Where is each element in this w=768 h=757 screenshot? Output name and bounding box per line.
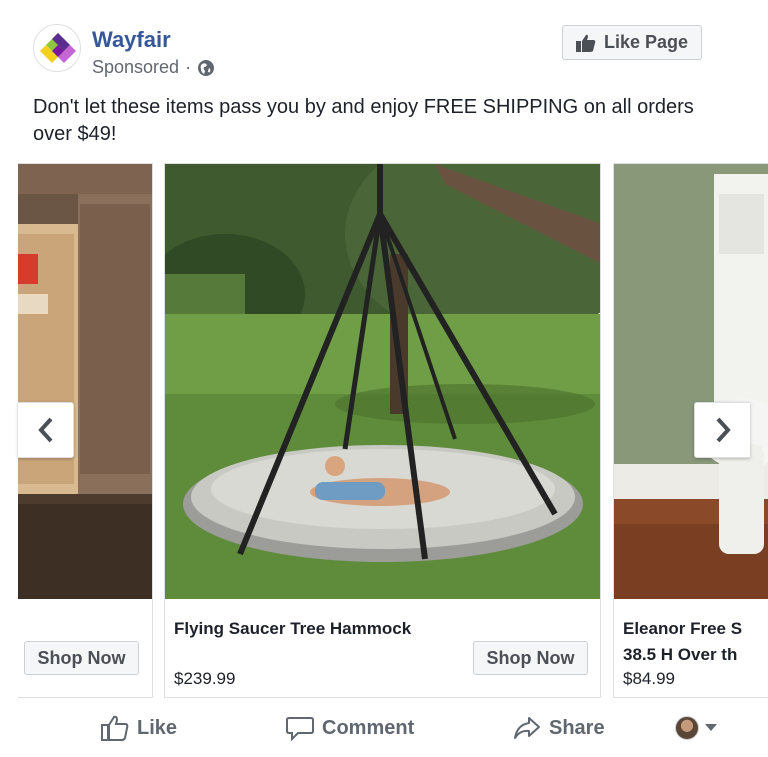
sponsored-line: Sponsored · <box>92 57 215 78</box>
kitchen-cabinet-image[interactable] <box>18 164 152 599</box>
shop-now-button[interactable]: Shop Now <box>24 641 139 675</box>
like-page-button[interactable]: Like Page <box>562 25 702 60</box>
shop-now-label: Shop Now <box>37 647 126 668</box>
wayfair-logo-icon <box>40 33 76 63</box>
saucer-hammock-image[interactable] <box>165 164 600 599</box>
share-label: Share <box>549 716 605 739</box>
like-page-label: Like Page <box>603 32 689 52</box>
wayfair-logo[interactable] <box>33 24 81 72</box>
separator-dot: · <box>185 57 192 77</box>
card-title[interactable]: Flying Saucer Tree Hammock <box>174 616 411 642</box>
like-button[interactable]: Like <box>101 715 177 741</box>
shop-now-label: Shop Now <box>486 647 575 668</box>
thumbs-up-icon <box>575 34 596 52</box>
comment-icon <box>286 717 314 741</box>
avatar <box>675 716 699 740</box>
sponsored-label[interactable]: Sponsored <box>92 57 179 78</box>
shop-now-button[interactable]: Shop Now <box>473 641 588 675</box>
card-price: $239.99 <box>174 669 236 688</box>
thumbs-up-icon <box>101 715 129 741</box>
chevron-right-icon <box>716 417 731 443</box>
action-bar: Like Comment Share <box>33 706 733 750</box>
comment-button[interactable]: Comment <box>286 715 414 741</box>
globe-icon[interactable] <box>197 59 215 77</box>
caret-down-icon <box>705 724 717 731</box>
like-label: Like <box>137 716 178 739</box>
carousel-prev-button[interactable] <box>18 402 74 458</box>
comment-label: Comment <box>322 716 415 739</box>
reaction-profile-selector[interactable] <box>675 716 717 740</box>
post-text: Don't let these items pass you by and en… <box>33 96 694 145</box>
card-title-line2: 38.5 H Over th <box>623 645 738 664</box>
card-title[interactable]: Eleanor Free S 38.5 H Over th <box>623 616 742 668</box>
card-title-line1: Eleanor Free S <box>623 619 743 638</box>
chevron-left-icon <box>37 417 52 443</box>
bathroom-cabinet-image[interactable] <box>614 164 768 599</box>
page-name-link[interactable]: Wayfair <box>92 27 171 53</box>
card-price: $84.99 <box>623 669 675 688</box>
share-button[interactable]: Share <box>513 715 605 741</box>
carousel-next-button[interactable] <box>694 402 750 458</box>
share-arrow-icon <box>514 717 540 739</box>
carousel-card-center[interactable]: Flying Saucer Tree Hammock $239.99 Shop … <box>164 163 601 698</box>
